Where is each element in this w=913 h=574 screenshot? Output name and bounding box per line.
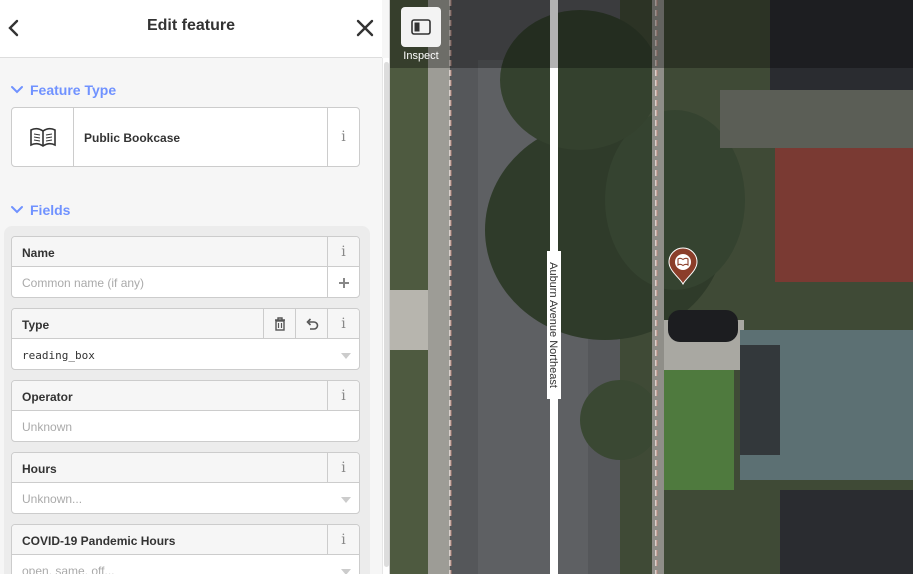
field-label: Type	[22, 318, 50, 332]
fields-section-label: Fields	[30, 202, 71, 218]
field-label: COVID-19 Pandemic Hours	[22, 534, 176, 548]
aerial-imagery[interactable]: Auburn Avenue Northeast	[390, 0, 913, 574]
info-icon: i	[341, 129, 346, 145]
chevron-down-icon	[11, 206, 23, 214]
field-info-button[interactable]: i	[327, 381, 359, 411]
trash-icon	[274, 317, 285, 331]
info-icon: i	[341, 244, 346, 260]
plus-icon	[338, 277, 349, 288]
sidebar-scrollbar[interactable]	[382, 58, 389, 574]
field-operator: Operator i Unknown	[11, 380, 360, 442]
field-label-row: Hours i	[12, 453, 359, 483]
field-label-row: COVID-19 Pandemic Hours i	[12, 525, 359, 555]
sidebar-toggle-icon	[411, 19, 431, 35]
fields-section-toggle[interactable]: Fields	[10, 199, 70, 221]
feature-type-section-toggle[interactable]: Feature Type	[10, 79, 116, 101]
covid19-hours-input[interactable]: open, same, off...	[22, 564, 115, 574]
sidebar-title: Edit feature	[146, 17, 235, 34]
field-info-button[interactable]: i	[327, 237, 359, 267]
info-icon: i	[341, 460, 346, 476]
map-view[interactable]: Auburn Avenue Northeast Inspect	[390, 0, 913, 574]
field-label-row: Operator i	[12, 381, 359, 411]
info-icon: i	[341, 388, 346, 404]
map-top-bar: Inspect	[390, 0, 913, 68]
operator-input[interactable]: Unknown	[22, 420, 72, 434]
scrollbar-thumb[interactable]	[384, 62, 389, 567]
remove-button[interactable]	[263, 309, 295, 339]
field-name: Name i Common name (if any)	[11, 236, 360, 298]
preset-icon-tile[interactable]	[12, 108, 74, 166]
undo-icon	[305, 318, 318, 330]
dropdown-caret-icon[interactable]	[341, 353, 351, 359]
field-hours: Hours i Unknown...	[11, 452, 360, 514]
close-icon[interactable]	[352, 14, 378, 42]
field-covid19-hours: COVID-19 Pandemic Hours i open, same, of…	[11, 524, 360, 574]
undo-button[interactable]	[295, 309, 327, 339]
info-icon: i	[341, 532, 346, 548]
add-localized-name-button[interactable]	[327, 267, 359, 297]
field-label: Hours	[22, 462, 57, 476]
inspect-label: Inspect	[403, 50, 439, 62]
book-icon	[29, 127, 56, 147]
preset-name[interactable]: Public Bookcase	[84, 131, 180, 145]
preset-info-button[interactable]: i	[327, 108, 359, 166]
sidebar: Edit feature Feature Type Public Bookcas…	[0, 0, 390, 574]
hours-input[interactable]: Unknown...	[22, 492, 82, 506]
feature-type-section-label: Feature Type	[30, 82, 117, 98]
info-icon: i	[341, 316, 346, 332]
inspect-button[interactable]	[401, 7, 441, 47]
field-info-button[interactable]: i	[327, 525, 359, 555]
type-combo-input[interactable]: reading_box	[22, 349, 95, 362]
sidebar-header: Edit feature	[0, 0, 382, 58]
dropdown-caret-icon[interactable]	[341, 497, 351, 503]
field-type: Type i reading_box	[11, 308, 360, 370]
name-input[interactable]: Common name (if any)	[22, 276, 144, 290]
preset-card[interactable]: Public Bookcase i	[11, 107, 360, 167]
field-label-row: Type i	[12, 309, 359, 339]
street-name-label: Auburn Avenue Northeast	[547, 262, 559, 388]
field-label: Name	[22, 246, 55, 260]
field-info-button[interactable]: i	[327, 309, 359, 339]
field-label: Operator	[22, 390, 73, 404]
dropdown-caret-icon[interactable]	[341, 569, 351, 574]
field-label-row: Name i	[12, 237, 359, 267]
field-info-button[interactable]: i	[327, 453, 359, 483]
chevron-down-icon	[11, 86, 23, 94]
